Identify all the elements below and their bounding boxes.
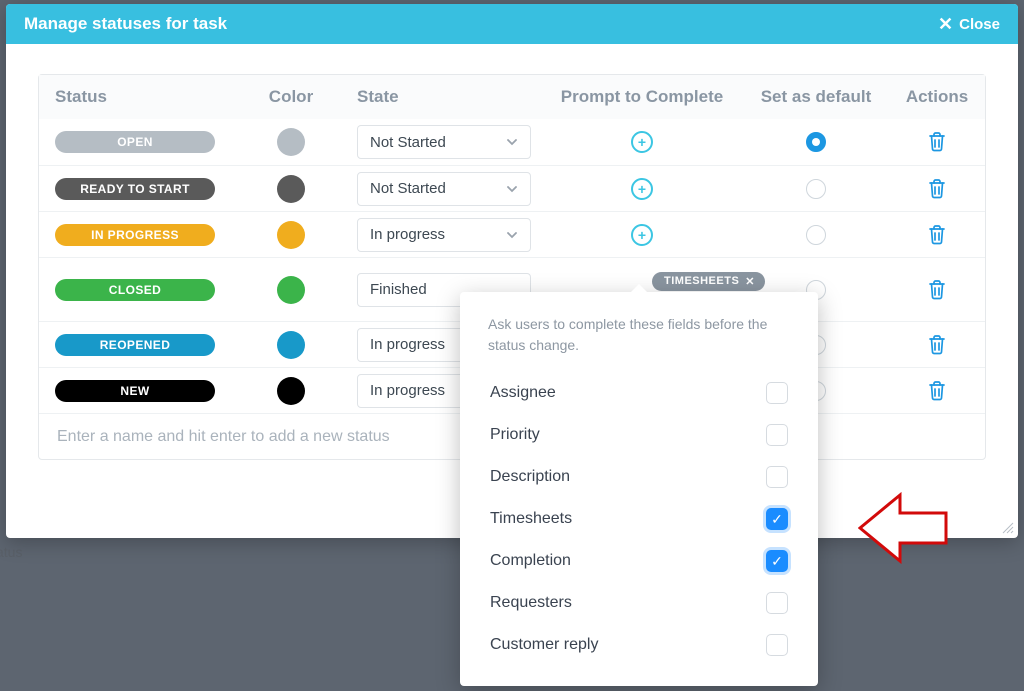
prompt-option-row: Customer reply [488,624,790,666]
trash-icon [928,132,946,152]
trash-icon [928,280,946,300]
set-default-radio[interactable] [806,179,826,199]
table-row: READY TO START Not Started + [39,165,985,211]
prompt-option-checkbox[interactable] [766,592,788,614]
status-pill[interactable]: IN PROGRESS [55,224,215,246]
chevron-down-icon [506,229,518,241]
state-select[interactable]: Not Started [357,172,531,206]
add-prompt-button[interactable]: + [631,178,653,200]
color-swatch[interactable] [277,331,305,359]
prompt-complete-popover: Ask users to complete these fields befor… [460,292,818,686]
prompt-option-row: Description [488,456,790,498]
close-icon: ✕ [938,14,953,35]
status-pill[interactable]: NEW [55,380,215,402]
trash-icon [928,179,946,199]
prompt-option-label: Description [490,468,570,486]
color-swatch[interactable] [277,128,305,156]
col-color: Color [237,79,345,115]
prompt-option-row: Requesters [488,582,790,624]
add-prompt-button[interactable]: + [631,224,653,246]
prompt-option-checkbox[interactable] [766,382,788,404]
table-row: OPEN Not Started + [39,119,985,165]
annotation-arrow-icon [858,485,950,571]
close-button[interactable]: ✕ Close [938,14,1000,35]
status-pill[interactable]: REOPENED [55,334,215,356]
add-prompt-button[interactable]: + [631,131,653,153]
prompt-option-row: Priority [488,414,790,456]
state-select[interactable]: Not Started [357,125,531,159]
remove-chip-icon[interactable]: ✕ [745,275,755,288]
prompt-option-label: Timesheets [490,510,572,528]
prompt-option-label: Priority [490,426,540,444]
color-swatch[interactable] [277,221,305,249]
state-select[interactable]: In progress [357,218,531,252]
status-pill[interactable]: CLOSED [55,279,215,301]
prompt-option-label: Assignee [490,384,556,402]
state-value: In progress [370,226,445,243]
prompt-option-label: Requesters [490,594,572,612]
state-value: Not Started [370,180,446,197]
prompt-option-checkbox[interactable] [766,634,788,656]
set-default-radio[interactable] [806,225,826,245]
table-row: IN PROGRESS In progress + [39,211,985,257]
modal-title: Manage statuses for task [24,14,227,34]
col-actions: Actions [889,79,985,115]
delete-button[interactable] [928,381,946,401]
color-swatch[interactable] [277,175,305,203]
prompt-option-label: Completion [490,552,571,570]
chevron-down-icon [506,183,518,195]
prompt-option-checkbox[interactable] [766,466,788,488]
set-default-radio[interactable] [806,132,826,152]
trash-icon [928,335,946,355]
delete-button[interactable] [928,225,946,245]
status-pill[interactable]: READY TO START [55,178,215,200]
prompt-option-checkbox[interactable]: ✓ [766,508,788,530]
chevron-down-icon [506,136,518,148]
color-swatch[interactable] [277,377,305,405]
prompt-option-checkbox[interactable] [766,424,788,446]
status-pill[interactable]: OPEN [55,131,215,153]
state-value: In progress [370,382,445,399]
modal-header: Manage statuses for task ✕ Close [6,4,1018,44]
col-state: State [345,79,541,115]
state-value: Not Started [370,134,446,151]
delete-button[interactable] [928,335,946,355]
delete-button[interactable] [928,179,946,199]
col-prompt: Prompt to Complete [541,79,743,115]
prompt-option-row: Completion ✓ [488,540,790,582]
prompt-option-checkbox[interactable]: ✓ [766,550,788,572]
col-default: Set as default [743,79,889,115]
trash-icon [928,381,946,401]
delete-button[interactable] [928,132,946,152]
trash-icon [928,225,946,245]
prompt-chip-label: TIMESHEETS [664,275,739,287]
state-value: Finished [370,281,427,298]
table-header-row: Status Color State Prompt to Complete Se… [39,75,985,119]
close-label: Close [959,16,1000,33]
delete-button[interactable] [928,280,946,300]
resize-handle-icon[interactable] [1000,520,1014,534]
prompt-option-row: Timesheets ✓ [488,498,790,540]
prompt-chip[interactable]: TIMESHEETS ✕ [652,272,765,291]
color-swatch[interactable] [277,276,305,304]
popover-description: Ask users to complete these fields befor… [488,314,790,356]
state-value: In progress [370,336,445,353]
prompt-option-row: Assignee [488,372,790,414]
col-status: Status [39,79,237,115]
prompt-option-label: Customer reply [490,636,598,654]
